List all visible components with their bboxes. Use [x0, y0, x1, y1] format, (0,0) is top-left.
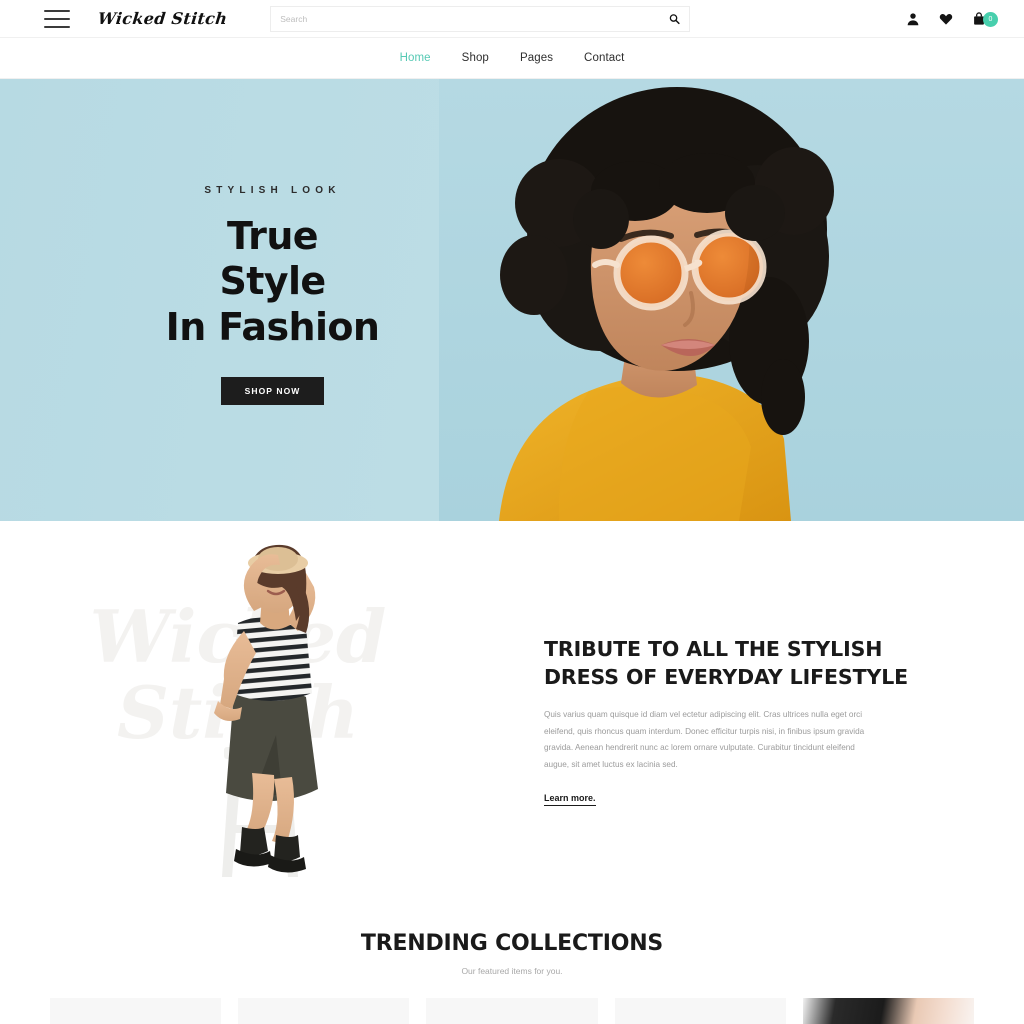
hero-title-line-3: In Fashion — [165, 304, 380, 349]
site-logo[interactable]: Wicked Stitch — [97, 9, 228, 28]
hamburger-line — [44, 25, 70, 28]
product-thumbnail — [238, 998, 410, 1024]
wishlist-heart-icon[interactable] — [939, 12, 953, 26]
hero-title: True Style In Fashion — [166, 214, 380, 351]
tribute-heading-line-2: DRESS OF EVERYDAY LIFESTYLE — [544, 664, 909, 689]
learn-more-link[interactable]: Learn more. — [544, 793, 596, 806]
tribute-image-area: Wicked Stitch — [0, 521, 512, 921]
top-bar: Wicked Stitch 0 — [0, 0, 1024, 38]
product-thumbnail — [614, 998, 786, 1024]
tribute-heading: TRIBUTE TO ALL THE STYLISH DRESS OF EVER… — [544, 636, 986, 692]
account-icon[interactable] — [906, 12, 920, 26]
cart-button[interactable]: 0 — [972, 11, 998, 27]
cart-count-badge: 0 — [983, 11, 998, 27]
product-card[interactable] — [426, 998, 598, 1024]
product-card[interactable] — [238, 998, 410, 1024]
product-thumbnail — [802, 998, 975, 1024]
main-navigation: Home Shop Pages Contact — [0, 38, 1024, 79]
product-card[interactable] — [50, 998, 222, 1024]
hamburger-line — [44, 17, 70, 20]
nav-item-contact[interactable]: Contact — [584, 52, 624, 64]
tribute-model-illustration — [214, 544, 318, 877]
hero-title-line-1: True — [227, 213, 319, 258]
nav-item-home[interactable]: Home — [400, 52, 431, 64]
tribute-section: Wicked Stitch — [0, 521, 1024, 921]
nav-item-pages[interactable]: Pages — [520, 52, 553, 64]
product-grid — [0, 998, 1024, 1024]
hero-banner: STYLISH LOOK True Style In Fashion SHOP … — [0, 79, 1024, 521]
trending-section: TRENDING COLLECTIONS Our featured items … — [0, 921, 1024, 1024]
search-input[interactable] — [271, 6, 690, 31]
hero-eyebrow: STYLISH LOOK — [204, 184, 341, 196]
product-thumbnail — [50, 998, 222, 1024]
product-card[interactable] — [614, 998, 786, 1024]
product-thumbnail — [426, 998, 598, 1024]
page-root: Wicked Stitch 0 — [0, 0, 1024, 1024]
search-icon[interactable] — [669, 13, 680, 24]
tribute-paragraph: Quis varius quam quisque id diam vel ect… — [544, 709, 865, 770]
hero-copy: STYLISH LOOK True Style In Fashion SHOP … — [0, 79, 545, 521]
hero-title-line-2: Style — [219, 259, 326, 304]
nav-item-shop[interactable]: Shop — [462, 52, 489, 64]
hamburger-line — [44, 9, 70, 12]
header-icon-group: 0 — [906, 11, 998, 27]
shop-now-button[interactable]: SHOP NOW — [220, 377, 325, 406]
tribute-copy: TRIBUTE TO ALL THE STYLISH DRESS OF EVER… — [512, 636, 1024, 806]
tribute-heading-line-1: TRIBUTE TO ALL THE STYLISH — [544, 637, 883, 661]
trending-subtitle: Our featured items for you. — [461, 966, 563, 976]
product-card[interactable] — [802, 998, 975, 1024]
hamburger-menu-icon[interactable] — [44, 9, 70, 28]
search-box[interactable] — [270, 5, 691, 32]
trending-heading: TRENDING COLLECTIONS — [360, 931, 664, 956]
